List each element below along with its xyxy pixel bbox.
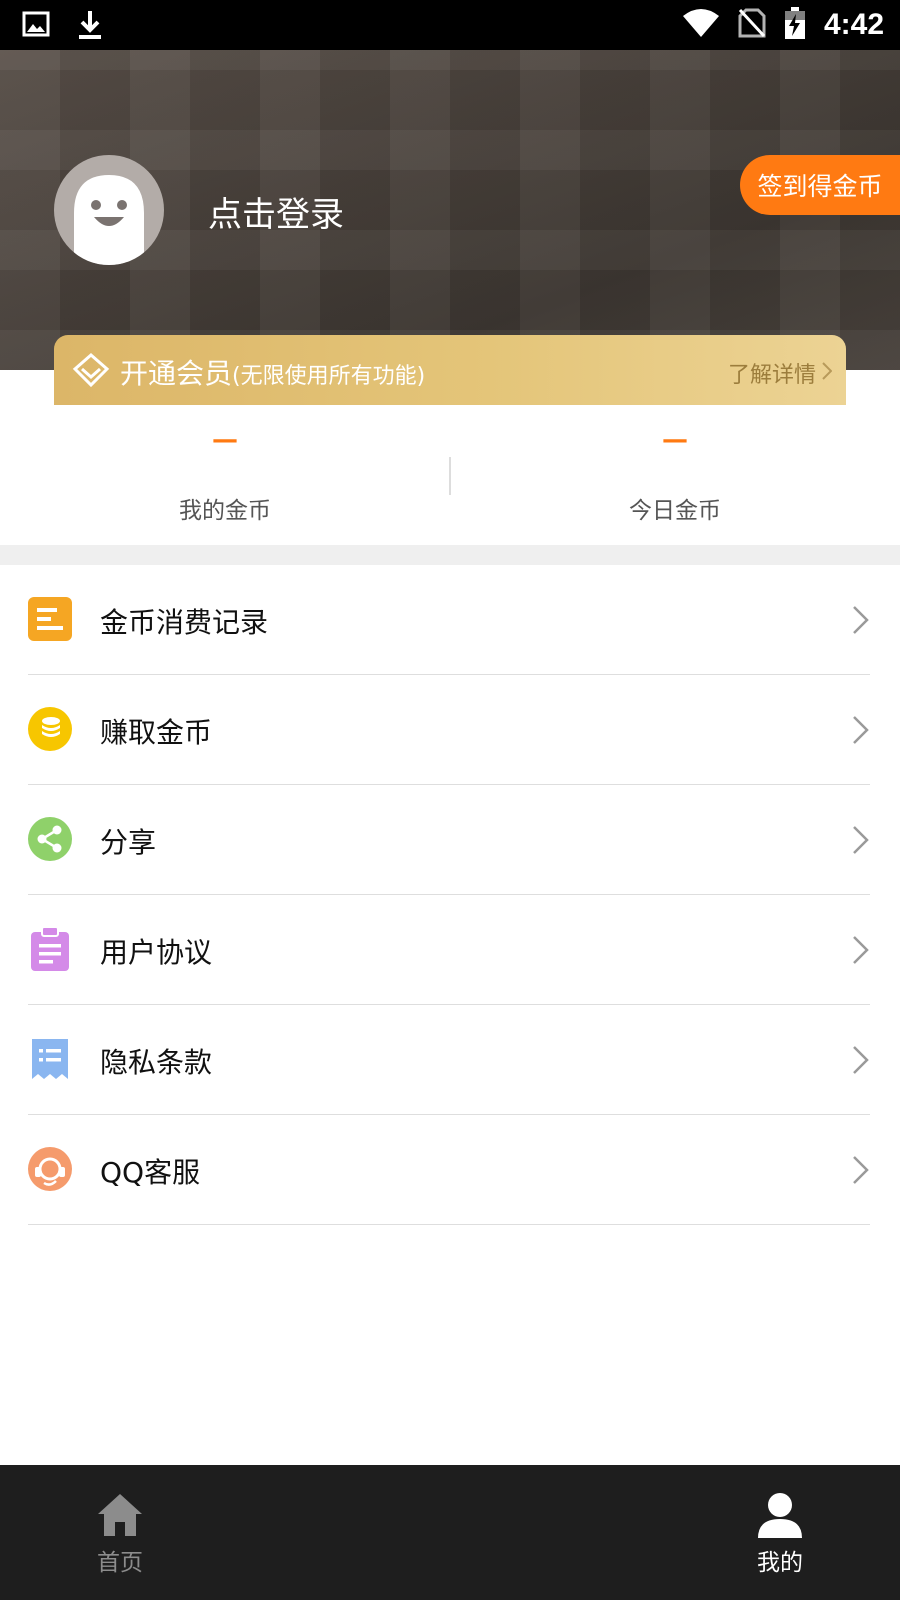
nav-mine[interactable]: 我的 xyxy=(700,1465,860,1600)
chevron-right-icon xyxy=(852,605,870,635)
section-divider xyxy=(0,545,900,565)
my-coins-stat[interactable]: — 我的金币 xyxy=(0,405,450,545)
checkin-button[interactable]: 签到得金币 xyxy=(740,155,900,215)
login-link[interactable]: 点击登录 xyxy=(208,187,344,236)
chevron-right-icon xyxy=(852,1045,870,1075)
menu-item-user-agreement[interactable]: 用户协议 xyxy=(0,895,900,1005)
download-icon xyxy=(76,9,104,45)
menu-item-qq-service[interactable]: QQ客服 xyxy=(0,1115,900,1225)
chevron-right-icon xyxy=(852,825,870,855)
profile-header: 点击登录 签到得金币 xyxy=(0,50,900,370)
vip-subtitle: (无限使用所有功能) xyxy=(232,364,426,389)
user-icon xyxy=(756,1491,804,1539)
today-coins-value: — xyxy=(662,425,688,455)
menu-item-label: 分享 xyxy=(100,826,157,859)
menu-item-label: QQ客服 xyxy=(100,1156,201,1189)
bottom-nav: 首页 我的 xyxy=(0,1465,900,1600)
vip-detail-link[interactable]: 了解详情 xyxy=(727,357,833,389)
status-time: 4:42 xyxy=(823,8,884,41)
nav-mine-label: 我的 xyxy=(757,1550,803,1576)
headset-icon xyxy=(28,1147,72,1191)
receipt-icon xyxy=(28,1037,72,1081)
menu-item-label: 金币消费记录 xyxy=(100,606,269,639)
avatar[interactable] xyxy=(54,155,164,265)
menu-item-earn-coins[interactable]: 赚取金币 xyxy=(0,675,900,785)
record-list-icon xyxy=(28,597,72,641)
menu-item-label: 赚取金币 xyxy=(100,716,213,749)
today-coins-label: 今日金币 xyxy=(629,498,721,524)
menu-item-privacy-policy[interactable]: 隐私条款 xyxy=(0,1005,900,1115)
no-sim-icon xyxy=(738,7,766,43)
row-divider xyxy=(28,1224,870,1225)
share-icon xyxy=(28,817,72,861)
image-icon xyxy=(22,9,50,45)
chevron-right-icon xyxy=(822,361,833,386)
today-coins-stat[interactable]: — 今日金币 xyxy=(450,405,900,545)
menu-item-share[interactable]: 分享 xyxy=(0,785,900,895)
vip-detail-label: 了解详情 xyxy=(727,363,816,388)
vip-banner[interactable]: 开通会员(无限使用所有功能) 了解详情 xyxy=(54,335,846,405)
chevron-right-icon xyxy=(852,935,870,965)
status-bar: 4:42 xyxy=(0,0,900,50)
menu-item-label: 用户协议 xyxy=(100,936,213,969)
menu-item-label: 隐私条款 xyxy=(100,1046,213,1079)
wifi-icon xyxy=(682,8,720,42)
my-coins-value: — xyxy=(212,425,238,455)
diamond-icon xyxy=(72,352,110,388)
nav-home-label: 首页 xyxy=(97,1550,143,1576)
coin-stats: — 我的金币 — 今日金币 xyxy=(0,405,900,545)
clipboard-icon xyxy=(28,926,72,971)
nav-home[interactable]: 首页 xyxy=(40,1465,200,1600)
menu-item-coin-records[interactable]: 金币消费记录 xyxy=(0,565,900,675)
vip-title: 开通会员(无限使用所有功能) xyxy=(120,352,425,392)
my-coins-label: 我的金币 xyxy=(179,498,271,524)
home-icon xyxy=(96,1491,144,1539)
chevron-right-icon xyxy=(852,715,870,745)
coin-stack-icon xyxy=(28,707,72,751)
battery-charging-icon xyxy=(784,6,806,44)
chevron-right-icon xyxy=(852,1155,870,1185)
vip-title-main: 开通会员 xyxy=(120,357,233,390)
menu-list: 金币消费记录 赚取金币 分享 用户协议 隐私条款 QQ客服 xyxy=(0,565,900,1225)
